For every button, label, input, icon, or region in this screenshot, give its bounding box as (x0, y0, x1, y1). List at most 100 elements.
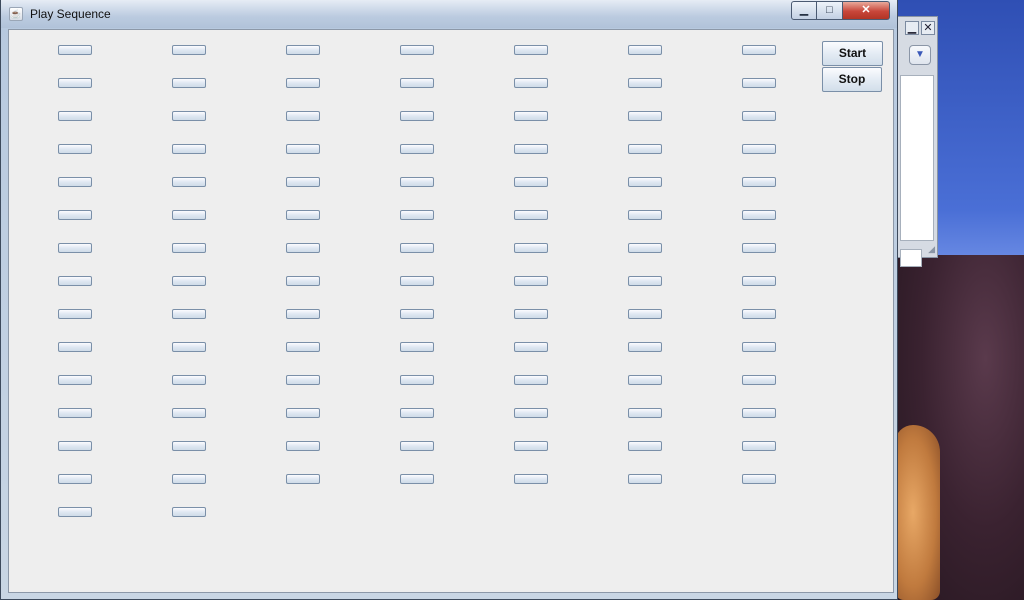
sequence-step-button[interactable] (286, 342, 320, 352)
sequence-step-button[interactable] (742, 441, 776, 451)
bg-close-button[interactable]: ✕ (921, 21, 935, 35)
sequence-step-button[interactable] (172, 441, 206, 451)
sequence-step-button[interactable] (742, 474, 776, 484)
sequence-step-button[interactable] (286, 78, 320, 88)
sequence-step-button[interactable] (58, 144, 92, 154)
sequence-step-button[interactable] (742, 243, 776, 253)
stop-button[interactable]: Stop (822, 67, 882, 92)
sequence-step-button[interactable] (58, 78, 92, 88)
sequence-step-button[interactable] (628, 342, 662, 352)
sequence-step-button[interactable] (400, 144, 434, 154)
sequence-step-button[interactable] (58, 309, 92, 319)
sequence-step-button[interactable] (286, 474, 320, 484)
sequence-step-button[interactable] (628, 144, 662, 154)
sequence-step-button[interactable] (742, 342, 776, 352)
sequence-step-button[interactable] (742, 210, 776, 220)
close-button[interactable]: ✕ (843, 1, 890, 20)
sequence-step-button[interactable] (58, 210, 92, 220)
sequence-step-button[interactable] (514, 210, 548, 220)
sequence-step-button[interactable] (400, 375, 434, 385)
sequence-step-button[interactable] (400, 474, 434, 484)
sequence-step-button[interactable] (172, 45, 206, 55)
sequence-step-button[interactable] (172, 309, 206, 319)
sequence-step-button[interactable] (400, 111, 434, 121)
sequence-step-button[interactable] (628, 243, 662, 253)
sequence-step-button[interactable] (286, 243, 320, 253)
sequence-step-button[interactable] (514, 309, 548, 319)
sequence-step-button[interactable] (628, 441, 662, 451)
sequence-step-button[interactable] (628, 111, 662, 121)
sequence-step-button[interactable] (172, 210, 206, 220)
bg-minimize-button[interactable]: ▁ (905, 21, 919, 35)
bg-list-area[interactable] (900, 75, 934, 241)
sequence-step-button[interactable] (400, 309, 434, 319)
sequence-step-button[interactable] (400, 177, 434, 187)
background-window[interactable]: ▁ ✕ ▼ ◢ (896, 16, 938, 267)
sequence-step-button[interactable] (172, 375, 206, 385)
sequence-step-button[interactable] (58, 45, 92, 55)
sequence-step-button[interactable] (172, 342, 206, 352)
sequence-step-button[interactable] (742, 111, 776, 121)
sequence-step-button[interactable] (286, 441, 320, 451)
sequence-step-button[interactable] (58, 408, 92, 418)
resize-grip-icon[interactable]: ◢ (928, 244, 935, 255)
sequence-step-button[interactable] (628, 474, 662, 484)
sequence-step-button[interactable] (286, 375, 320, 385)
sequence-step-button[interactable] (400, 408, 434, 418)
sequence-step-button[interactable] (514, 243, 548, 253)
sequence-step-button[interactable] (172, 111, 206, 121)
sequence-step-button[interactable] (58, 375, 92, 385)
sequence-step-button[interactable] (628, 210, 662, 220)
sequence-step-button[interactable] (400, 276, 434, 286)
sequence-step-button[interactable] (514, 144, 548, 154)
sequence-step-button[interactable] (286, 276, 320, 286)
maximize-button[interactable]: □ (817, 1, 843, 20)
sequence-step-button[interactable] (742, 408, 776, 418)
sequence-step-button[interactable] (628, 375, 662, 385)
sequence-step-button[interactable] (514, 78, 548, 88)
sequence-step-button[interactable] (286, 408, 320, 418)
sequence-step-button[interactable] (742, 309, 776, 319)
sequence-step-button[interactable] (58, 111, 92, 121)
sequence-step-button[interactable] (514, 342, 548, 352)
sequence-step-button[interactable] (58, 474, 92, 484)
sequence-step-button[interactable] (742, 177, 776, 187)
sequence-step-button[interactable] (514, 45, 548, 55)
sequence-step-button[interactable] (286, 309, 320, 319)
sequence-step-button[interactable] (628, 45, 662, 55)
sequence-step-button[interactable] (286, 45, 320, 55)
sequence-step-button[interactable] (172, 177, 206, 187)
sequence-step-button[interactable] (286, 177, 320, 187)
sequence-step-button[interactable] (400, 210, 434, 220)
sequence-step-button[interactable] (172, 78, 206, 88)
sequence-step-button[interactable] (400, 243, 434, 253)
sequence-step-button[interactable] (400, 45, 434, 55)
sequence-step-button[interactable] (628, 276, 662, 286)
sequence-step-button[interactable] (742, 276, 776, 286)
sequence-step-button[interactable] (172, 474, 206, 484)
sequence-step-button[interactable] (514, 408, 548, 418)
sequence-step-button[interactable] (400, 441, 434, 451)
bg-dropdown-arrow-icon[interactable]: ▼ (909, 45, 931, 65)
sequence-step-button[interactable] (172, 507, 206, 517)
sequence-step-button[interactable] (172, 144, 206, 154)
sequence-step-button[interactable] (514, 474, 548, 484)
sequence-step-button[interactable] (514, 375, 548, 385)
sequence-step-button[interactable] (742, 45, 776, 55)
sequence-step-button[interactable] (58, 342, 92, 352)
sequence-step-button[interactable] (742, 375, 776, 385)
sequence-step-button[interactable] (514, 441, 548, 451)
sequence-step-button[interactable] (400, 78, 434, 88)
sequence-step-button[interactable] (514, 111, 548, 121)
sequence-step-button[interactable] (742, 78, 776, 88)
sequence-step-button[interactable] (514, 276, 548, 286)
sequence-step-button[interactable] (58, 507, 92, 517)
sequence-step-button[interactable] (628, 177, 662, 187)
sequence-step-button[interactable] (286, 111, 320, 121)
sequence-step-button[interactable] (400, 342, 434, 352)
sequence-step-button[interactable] (628, 309, 662, 319)
sequence-step-button[interactable] (514, 177, 548, 187)
start-button[interactable]: Start (822, 41, 883, 66)
sequence-step-button[interactable] (172, 276, 206, 286)
sequence-step-button[interactable] (286, 144, 320, 154)
